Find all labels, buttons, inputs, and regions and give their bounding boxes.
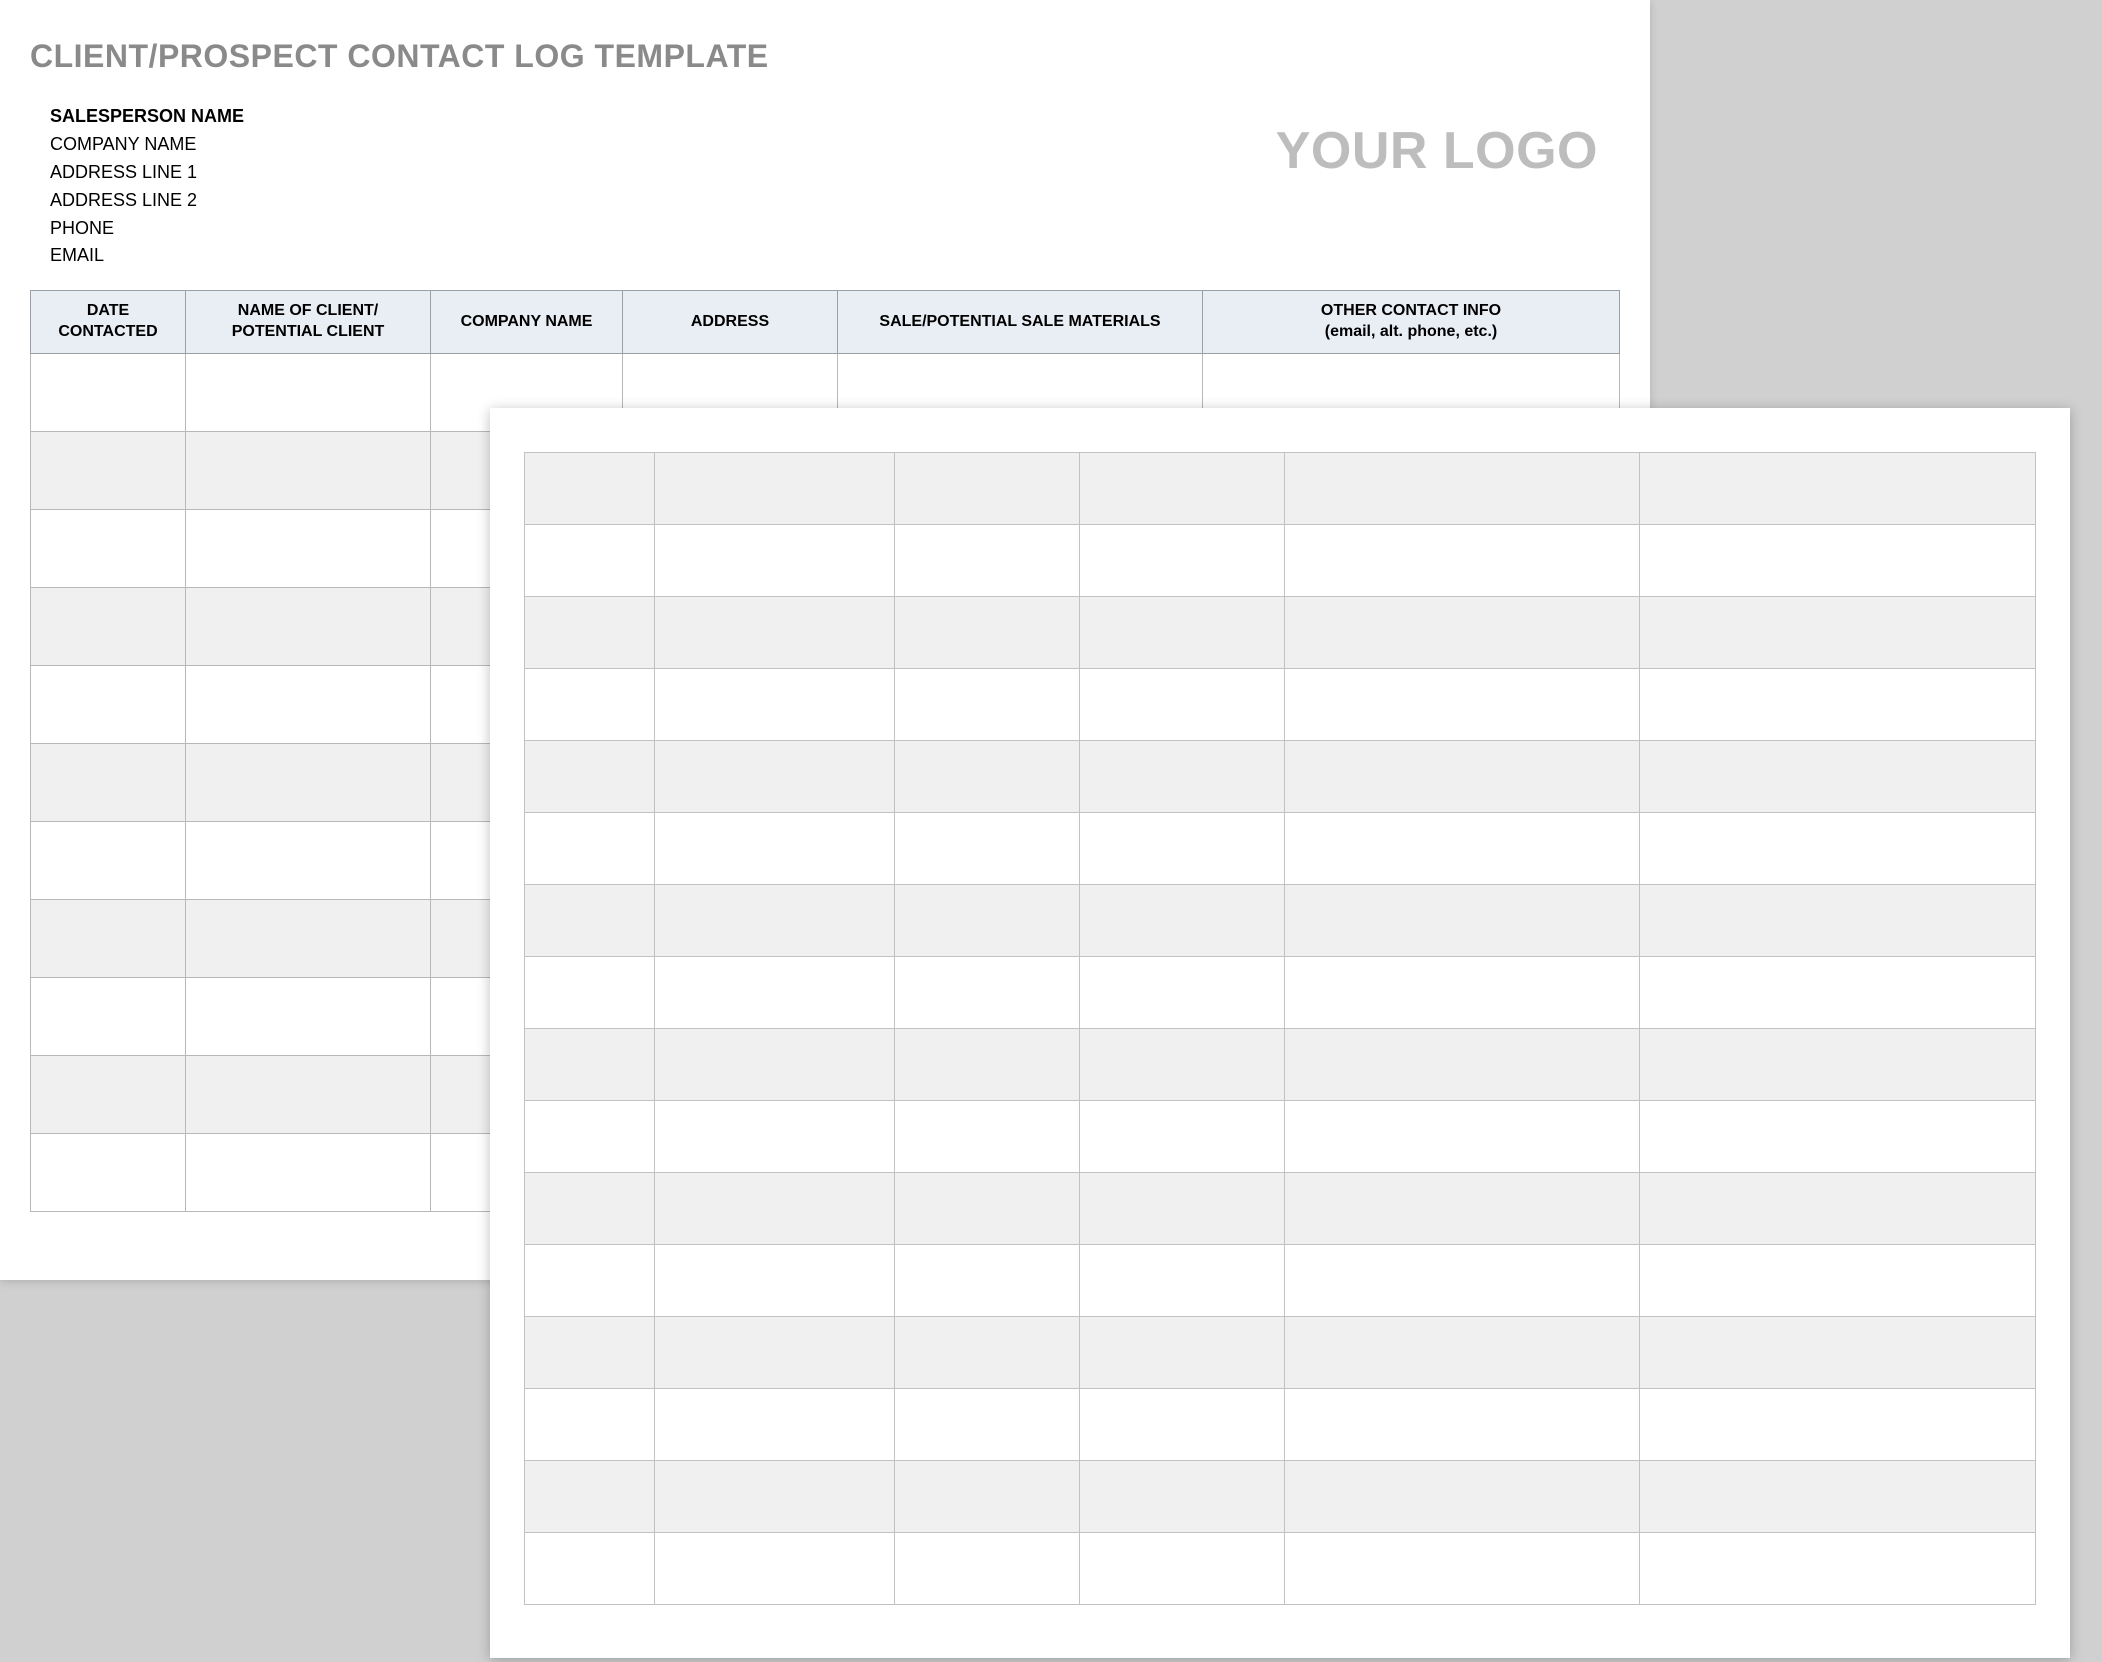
col-header-date: DATE CONTACTED	[31, 291, 186, 354]
logo-placeholder: YOUR LOGO	[1276, 103, 1620, 181]
page-title: CLIENT/PROSPECT CONTACT LOG TEMPLATE	[30, 38, 1620, 75]
salesperson-company: COMPANY NAME	[50, 131, 244, 159]
salesperson-phone: PHONE	[50, 215, 244, 243]
table-row	[525, 1245, 2036, 1317]
table-row	[525, 1173, 2036, 1245]
table-row	[525, 525, 2036, 597]
salesperson-email: EMAIL	[50, 242, 244, 270]
table-row	[525, 1317, 2036, 1389]
col-header-other-line1: OTHER CONTACT INFO	[1321, 302, 1501, 319]
table-row	[525, 669, 2036, 741]
table-header-row: DATE CONTACTED NAME OF CLIENT/ POTENTIAL…	[31, 291, 1620, 354]
salesperson-block: SALESPERSON NAME COMPANY NAME ADDRESS LI…	[30, 103, 244, 270]
table-row	[525, 597, 2036, 669]
table-row	[525, 1029, 2036, 1101]
salesperson-address1: ADDRESS LINE 1	[50, 159, 244, 187]
header-row: SALESPERSON NAME COMPANY NAME ADDRESS LI…	[30, 103, 1620, 270]
table-row	[525, 1533, 2036, 1605]
table-row	[525, 1389, 2036, 1461]
table-row	[525, 453, 2036, 525]
col-header-company: COMPANY NAME	[431, 291, 623, 354]
table-row	[525, 957, 2036, 1029]
table-row	[525, 885, 2036, 957]
col-header-other-line2: (email, alt. phone, etc.)	[1325, 323, 1497, 340]
salesperson-name-label: SALESPERSON NAME	[50, 103, 244, 131]
col-header-other: OTHER CONTACT INFO (email, alt. phone, e…	[1203, 291, 1620, 354]
table-row	[525, 1461, 2036, 1533]
contact-log-table-page2	[524, 452, 2036, 1605]
col-header-materials: SALE/POTENTIAL SALE MATERIALS	[838, 291, 1203, 354]
table-row	[525, 741, 2036, 813]
table-row	[525, 813, 2036, 885]
col-header-address: ADDRESS	[623, 291, 838, 354]
salesperson-address2: ADDRESS LINE 2	[50, 187, 244, 215]
template-page-2	[490, 408, 2070, 1658]
col-header-name: NAME OF CLIENT/ POTENTIAL CLIENT	[186, 291, 431, 354]
table-row	[525, 1101, 2036, 1173]
